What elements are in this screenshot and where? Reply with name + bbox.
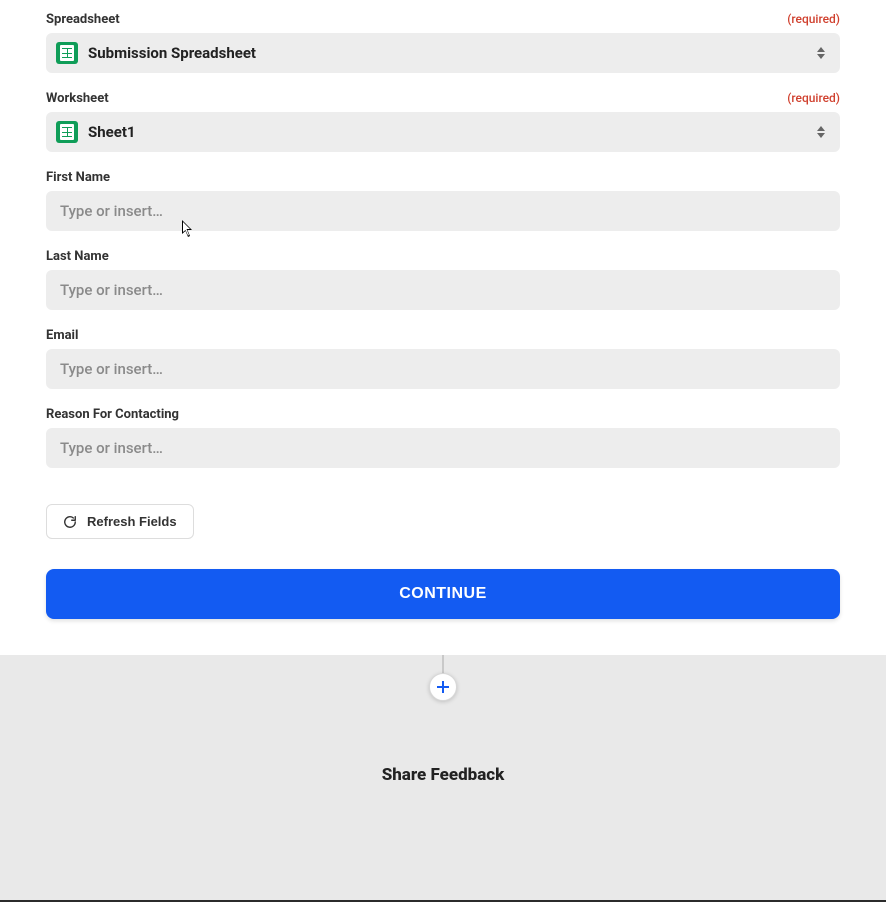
email-input[interactable]	[46, 349, 840, 389]
label-row: First Name	[46, 170, 840, 185]
label-row: Worksheet (required)	[46, 91, 840, 106]
label-row: Reason For Contacting	[46, 407, 840, 422]
refresh-label: Refresh Fields	[87, 514, 177, 529]
continue-button[interactable]: CONTINUE	[46, 569, 840, 619]
worksheet-select[interactable]: Sheet1	[46, 112, 840, 152]
last-name-label: Last Name	[46, 249, 109, 264]
reason-label: Reason For Contacting	[46, 407, 179, 422]
reason-input[interactable]	[46, 428, 840, 468]
workflow-canvas: Share Feedback	[0, 655, 886, 902]
share-feedback-heading: Share Feedback	[0, 765, 886, 785]
add-step-button[interactable]	[429, 673, 457, 701]
spreadsheet-select[interactable]: Submission Spreadsheet	[46, 33, 840, 73]
label-row: Email	[46, 328, 840, 343]
chevron-updown-icon	[816, 126, 826, 138]
required-tag: (required)	[787, 12, 840, 26]
label-row: Last Name	[46, 249, 840, 264]
plus-icon	[437, 681, 449, 693]
connector-line	[442, 655, 444, 675]
first-name-field-group: First Name	[46, 170, 840, 231]
last-name-input[interactable]	[46, 270, 840, 310]
reason-field-group: Reason For Contacting	[46, 407, 840, 468]
worksheet-label: Worksheet	[46, 91, 109, 106]
last-name-field-group: Last Name	[46, 249, 840, 310]
spreadsheet-value: Submission Spreadsheet	[88, 44, 816, 62]
google-sheets-icon	[56, 42, 78, 64]
worksheet-value: Sheet1	[88, 123, 816, 141]
worksheet-field-group: Worksheet (required) Sheet1	[46, 91, 840, 152]
email-field-group: Email	[46, 328, 840, 389]
spreadsheet-field-group: Spreadsheet (required) Submission Spread…	[46, 12, 840, 73]
required-tag: (required)	[787, 91, 840, 105]
label-row: Spreadsheet (required)	[46, 12, 840, 27]
spreadsheet-label: Spreadsheet	[46, 12, 120, 27]
first-name-input[interactable]	[46, 191, 840, 231]
chevron-updown-icon	[816, 47, 826, 59]
first-name-label: First Name	[46, 170, 110, 185]
form-panel: Spreadsheet (required) Submission Spread…	[0, 0, 886, 655]
google-sheets-icon	[56, 121, 78, 143]
email-label: Email	[46, 328, 78, 343]
refresh-icon	[63, 515, 77, 529]
refresh-fields-button[interactable]: Refresh Fields	[46, 504, 194, 539]
